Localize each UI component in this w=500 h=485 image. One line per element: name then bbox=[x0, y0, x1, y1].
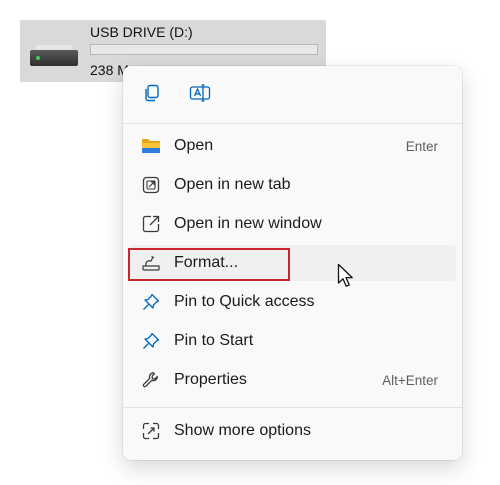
usb-drive-icon bbox=[30, 45, 78, 66]
menu-item-show-more-options[interactable]: Show more options bbox=[129, 413, 456, 449]
open-in-new-tab-icon bbox=[141, 175, 161, 195]
format-highlight-box bbox=[128, 248, 290, 281]
copy-button[interactable] bbox=[139, 80, 165, 106]
pin-icon bbox=[141, 331, 161, 351]
menu-item-label: Pin to Quick access bbox=[174, 293, 315, 310]
menu-item-properties[interactable]: Properties Alt+Enter bbox=[129, 362, 456, 398]
copy-icon bbox=[142, 83, 162, 103]
menu-separator bbox=[123, 407, 462, 408]
menu-separator bbox=[123, 123, 462, 124]
menu-item-label: Open in new tab bbox=[174, 176, 291, 193]
pin-icon bbox=[141, 292, 161, 312]
menu-item-label: Pin to Start bbox=[174, 332, 254, 349]
drive-usage-bar bbox=[90, 44, 318, 55]
menu-item-pin-to-start[interactable]: Pin to Start bbox=[129, 323, 456, 359]
show-more-options-icon bbox=[141, 421, 161, 441]
menu-item-open-in-new-tab[interactable]: Open in new tab bbox=[129, 167, 456, 203]
menu-item-open[interactable]: Open Enter bbox=[129, 128, 456, 164]
rename-icon bbox=[189, 83, 211, 103]
menu-item-open-in-new-window[interactable]: Open in new window bbox=[129, 206, 456, 242]
quick-actions-row bbox=[123, 66, 462, 122]
shortcut-text: Enter bbox=[405, 139, 438, 154]
menu-item-label: Open in new window bbox=[174, 215, 322, 232]
wrench-icon bbox=[141, 370, 161, 390]
menu-item-label: Open bbox=[174, 137, 214, 154]
shortcut-text: Alt+Enter bbox=[382, 373, 438, 388]
open-in-new-window-icon bbox=[141, 214, 161, 234]
menu-item-pin-to-quick-access[interactable]: Pin to Quick access bbox=[129, 284, 456, 320]
drive-name: USB DRIVE (D:) bbox=[90, 24, 193, 40]
mouse-cursor-icon bbox=[337, 263, 355, 289]
folder-icon bbox=[141, 136, 161, 156]
menu-item-label: Show more options bbox=[174, 422, 311, 439]
menu-item-label: Properties bbox=[174, 371, 247, 388]
rename-button[interactable] bbox=[187, 80, 213, 106]
